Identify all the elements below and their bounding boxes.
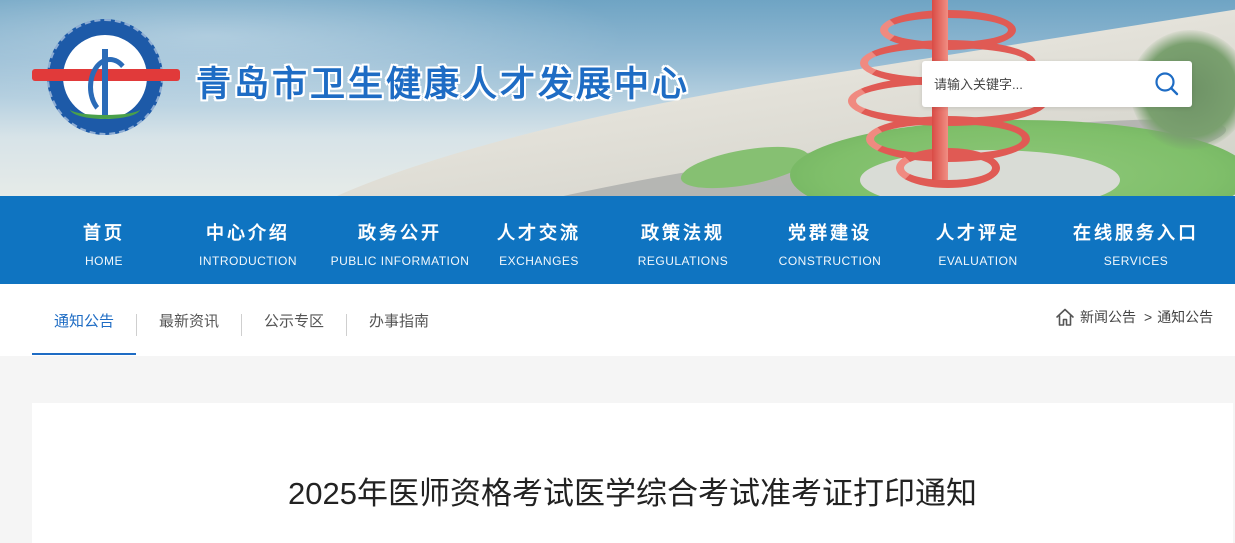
nav-item-sublabel: INTRODUCTION [199, 254, 297, 268]
nav-item-label: 首页 [83, 223, 125, 244]
home-icon[interactable] [1054, 306, 1076, 328]
search-button[interactable] [1150, 67, 1184, 101]
nav-item-sublabel: EVALUATION [938, 254, 1018, 268]
nav-item-public-information[interactable]: 政务公开 PUBLIC INFORMATION [328, 196, 472, 284]
main-nav: 首页 HOME 中心介绍 INTRODUCTION 政务公开 PUBLIC IN… [0, 196, 1235, 284]
search-box [922, 61, 1192, 107]
site-title: 青岛市卫生健康人才发展中心 [196, 64, 691, 105]
nav-item-label: 人才交流 [497, 223, 581, 244]
header-banner: 青岛市卫生健康人才发展中心 [0, 0, 1235, 196]
nav-item-exchanges[interactable]: 人才交流 EXCHANGES [479, 196, 599, 284]
breadcrumb: 新闻公告 > 通知公告 [1054, 305, 1213, 329]
nav-item-label: 中心介绍 [206, 223, 290, 244]
nav-item-label: 党群建设 [788, 223, 872, 244]
nav-item-sublabel: EXCHANGES [499, 254, 579, 268]
site-logo[interactable] [32, 19, 180, 135]
nav-item-home[interactable]: 首页 HOME [54, 196, 154, 284]
nav-item-evaluation[interactable]: 人才评定 EVALUATION [915, 196, 1041, 284]
tab-guide[interactable]: 办事指南 [347, 284, 451, 356]
article-panel: 2025年医师资格考试医学综合考试准考证打印通知 [32, 403, 1233, 543]
nav-item-services[interactable]: 在线服务入口 SERVICES [1058, 196, 1214, 284]
tab-latest-news[interactable]: 最新资讯 [137, 284, 241, 356]
nav-item-label: 政务公开 [358, 223, 442, 244]
tab-notices[interactable]: 通知公告 [32, 284, 136, 356]
nav-item-regulations[interactable]: 政策法规 REGULATIONS [623, 196, 743, 284]
nav-item-sublabel: PUBLIC INFORMATION [330, 254, 470, 268]
search-input[interactable] [934, 73, 1144, 95]
search-icon [1155, 72, 1179, 96]
breadcrumb-notices[interactable]: 通知公告 [1157, 307, 1213, 327]
sub-nav: 通知公告 最新资讯 公示专区 办事指南 新闻公告 > 通知公告 [0, 284, 1235, 356]
nav-item-label: 在线服务入口 [1073, 223, 1199, 244]
breadcrumb-separator: > [1144, 309, 1153, 325]
breadcrumb-news[interactable]: 新闻公告 [1080, 307, 1136, 327]
nav-item-construction[interactable]: 党群建设 CONSTRUCTION [770, 196, 890, 284]
nav-item-sublabel: CONSTRUCTION [778, 254, 882, 268]
nav-item-sublabel: SERVICES [1103, 254, 1169, 268]
nav-item-label: 人才评定 [936, 223, 1020, 244]
nav-item-sublabel: HOME [85, 254, 123, 268]
nav-item-introduction[interactable]: 中心介绍 INTRODUCTION [188, 196, 308, 284]
article-title: 2025年医师资格考试医学综合考试准考证打印通知 [288, 476, 977, 511]
nav-item-sublabel: REGULATIONS [637, 254, 729, 268]
tab-publicity[interactable]: 公示专区 [242, 284, 346, 356]
nav-item-label: 政策法规 [641, 223, 725, 244]
